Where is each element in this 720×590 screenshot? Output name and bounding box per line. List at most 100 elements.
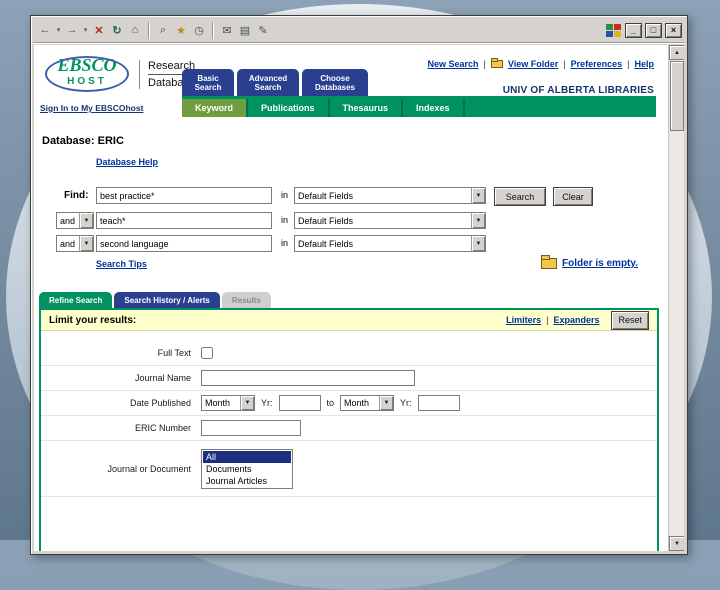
back-icon[interactable]: ← bbox=[36, 21, 54, 39]
help-link[interactable]: Help bbox=[634, 59, 654, 69]
refresh-icon[interactable]: ↻ bbox=[108, 21, 126, 39]
month-to-select[interactable]: Month bbox=[340, 395, 395, 411]
signin-area: Sign In to My EBSCOhost bbox=[34, 99, 182, 117]
search-row-3: and in Default Fields bbox=[34, 235, 668, 255]
restore-button[interactable]: □ bbox=[645, 22, 662, 38]
forward-dropdown-icon[interactable]: ▾ bbox=[81, 21, 90, 39]
link-separator: | bbox=[546, 315, 549, 325]
preferences-link[interactable]: Preferences bbox=[571, 59, 623, 69]
date-published-row: Date Published Month Yr: to Month bbox=[41, 391, 657, 416]
year-from-input[interactable] bbox=[278, 395, 321, 411]
field-select-3-value: Default Fields bbox=[298, 238, 354, 249]
back-dropdown-icon[interactable]: ▾ bbox=[54, 21, 63, 39]
year-to-input[interactable] bbox=[417, 395, 460, 411]
folder-status-link[interactable]: Folder is empty. bbox=[562, 258, 638, 269]
stop-icon[interactable]: ✕ bbox=[90, 21, 108, 39]
year-to-label: Yr: bbox=[400, 398, 412, 408]
listbox-option-all[interactable]: All bbox=[203, 450, 291, 463]
top-links: New Search | View Folder | Preferences |… bbox=[428, 58, 654, 69]
listbox-option-journal-articles[interactable]: Journal Articles bbox=[203, 475, 291, 487]
eric-number-label: ERIC Number bbox=[134, 423, 191, 433]
tab-basic-search[interactable]: Basic Search bbox=[182, 69, 234, 96]
ebsco-logo-oval-icon bbox=[45, 56, 129, 92]
forward-icon[interactable]: → bbox=[63, 21, 81, 39]
tab-choose-databases[interactable]: Choose Databases bbox=[302, 69, 368, 96]
nav-item-publications[interactable]: Publications bbox=[248, 99, 330, 117]
mail-icon[interactable]: ✉ bbox=[218, 21, 236, 39]
journal-document-row: Journal or Document All Documents Journa… bbox=[41, 441, 657, 497]
search-icon[interactable]: ⌕ bbox=[154, 21, 172, 39]
field-select-1[interactable]: Default Fields bbox=[294, 187, 486, 204]
eric-number-input[interactable] bbox=[201, 420, 301, 436]
print-icon[interactable]: ▤ bbox=[236, 21, 254, 39]
nav-item-indexes[interactable]: Indexes bbox=[403, 99, 465, 117]
favorites-icon[interactable]: ★ bbox=[172, 21, 190, 39]
page-content: EBSCO HOST Research Databases New Search… bbox=[34, 45, 684, 551]
folder-icon bbox=[490, 58, 503, 68]
new-search-link[interactable]: New Search bbox=[428, 59, 479, 69]
database-help-link[interactable]: Database Help bbox=[96, 157, 158, 167]
ebsco-logo[interactable]: EBSCO HOST Research Databases bbox=[44, 55, 201, 93]
library-name: UNIV OF ALBERTA LIBRARIES bbox=[502, 85, 654, 96]
search-term-input-2[interactable] bbox=[96, 212, 272, 229]
boolean-select-3[interactable]: and bbox=[56, 235, 94, 252]
full-text-row: Full Text bbox=[41, 341, 657, 366]
field-select-2[interactable]: Default Fields bbox=[294, 212, 486, 229]
limit-results-title: Limit your results: bbox=[49, 314, 137, 326]
date-published-label: Date Published bbox=[129, 398, 191, 408]
year-from-label: Yr: bbox=[261, 398, 273, 408]
search-row-1: Find: in Default Fields Search Clear bbox=[34, 187, 668, 207]
dropdown-arrow-icon[interactable] bbox=[79, 236, 93, 251]
toolbar-separator bbox=[212, 21, 214, 39]
search-tips-link[interactable]: Search Tips bbox=[96, 259, 147, 269]
boolean-select-2[interactable]: and bbox=[56, 212, 94, 229]
limiters-link[interactable]: Limiters bbox=[506, 315, 541, 325]
view-folder-link[interactable]: View Folder bbox=[508, 59, 558, 69]
clear-button[interactable]: Clear bbox=[553, 187, 593, 206]
search-button[interactable]: Search bbox=[494, 187, 546, 206]
tab-results[interactable]: Results bbox=[221, 292, 271, 308]
search-term-input-3[interactable] bbox=[96, 235, 272, 252]
search-mode-tabs: Basic Search Advanced Search Choose Data… bbox=[182, 69, 368, 96]
field-select-3[interactable]: Default Fields bbox=[294, 235, 486, 252]
journal-name-label: Journal Name bbox=[134, 373, 191, 383]
dropdown-arrow-icon[interactable] bbox=[471, 188, 485, 203]
find-label: Find: bbox=[64, 190, 89, 201]
full-text-checkbox[interactable] bbox=[201, 347, 213, 359]
tab-advanced-search[interactable]: Advanced Search bbox=[237, 69, 299, 96]
folder-status: Folder is empty. bbox=[541, 255, 638, 269]
ebscohost-page: EBSCO HOST Research Databases New Search… bbox=[34, 45, 668, 551]
journal-name-input[interactable] bbox=[201, 370, 415, 386]
reset-button[interactable]: Reset bbox=[611, 310, 649, 330]
vertical-scrollbar[interactable] bbox=[668, 45, 684, 551]
close-button[interactable]: × bbox=[665, 22, 682, 38]
journal-document-label: Journal or Document bbox=[107, 463, 191, 474]
scroll-up-icon[interactable] bbox=[669, 45, 684, 60]
in-label: in bbox=[281, 215, 289, 225]
history-icon[interactable]: ◷ bbox=[190, 21, 208, 39]
edit-icon[interactable]: ✎ bbox=[254, 21, 272, 39]
home-icon[interactable]: ⌂ bbox=[126, 21, 144, 39]
dropdown-arrow-icon[interactable] bbox=[471, 213, 485, 228]
signin-link[interactable]: Sign In to My EBSCOhost bbox=[40, 103, 143, 113]
link-separator: | bbox=[563, 59, 566, 69]
journal-document-listbox[interactable]: All Documents Journal Articles bbox=[201, 448, 293, 489]
scroll-down-icon[interactable] bbox=[669, 536, 684, 551]
month-from-select[interactable]: Month bbox=[201, 395, 255, 411]
tab-search-history-alerts[interactable]: Search History / Alerts bbox=[114, 292, 220, 308]
dropdown-arrow-icon[interactable] bbox=[379, 396, 394, 410]
tab-refine-search[interactable]: Refine Search bbox=[39, 292, 113, 308]
nav-item-keyword[interactable]: Keyword bbox=[182, 99, 249, 117]
database-title: Database: ERIC bbox=[42, 135, 124, 147]
minimize-button[interactable]: _ bbox=[625, 22, 642, 38]
scrollbar-thumb[interactable] bbox=[670, 61, 684, 131]
dropdown-arrow-icon[interactable] bbox=[471, 236, 485, 251]
dropdown-arrow-icon[interactable] bbox=[79, 213, 93, 228]
dropdown-arrow-icon[interactable] bbox=[240, 396, 254, 410]
nav-item-thesaurus[interactable]: Thesaurus bbox=[329, 99, 404, 117]
listbox-option-documents[interactable]: Documents bbox=[203, 463, 291, 475]
in-label: in bbox=[281, 190, 289, 200]
expanders-link[interactable]: Expanders bbox=[553, 315, 599, 325]
browser-toolbar: ← ▾ → ▾ ✕ ↻ ⌂ ⌕ ★ ◷ ✉ ▤ ✎ _ □ × bbox=[33, 18, 685, 43]
search-term-input-1[interactable] bbox=[96, 187, 272, 204]
